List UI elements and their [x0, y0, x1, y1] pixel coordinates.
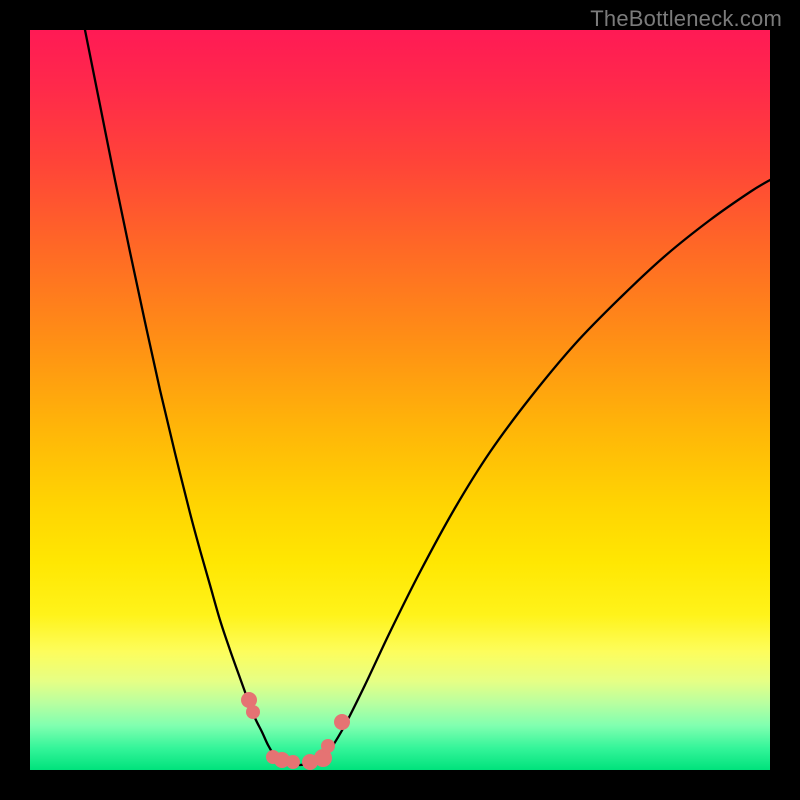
series-right-curve: [320, 180, 770, 763]
chart-frame: TheBottleneck.com: [0, 0, 800, 800]
plot-area: [30, 30, 770, 770]
data-marker: [286, 755, 300, 769]
data-marker: [246, 705, 260, 719]
series-left-curve: [85, 30, 280, 763]
watermark-text: TheBottleneck.com: [590, 6, 782, 32]
data-marker: [334, 714, 350, 730]
curves-svg: [30, 30, 770, 770]
data-marker: [321, 739, 335, 753]
